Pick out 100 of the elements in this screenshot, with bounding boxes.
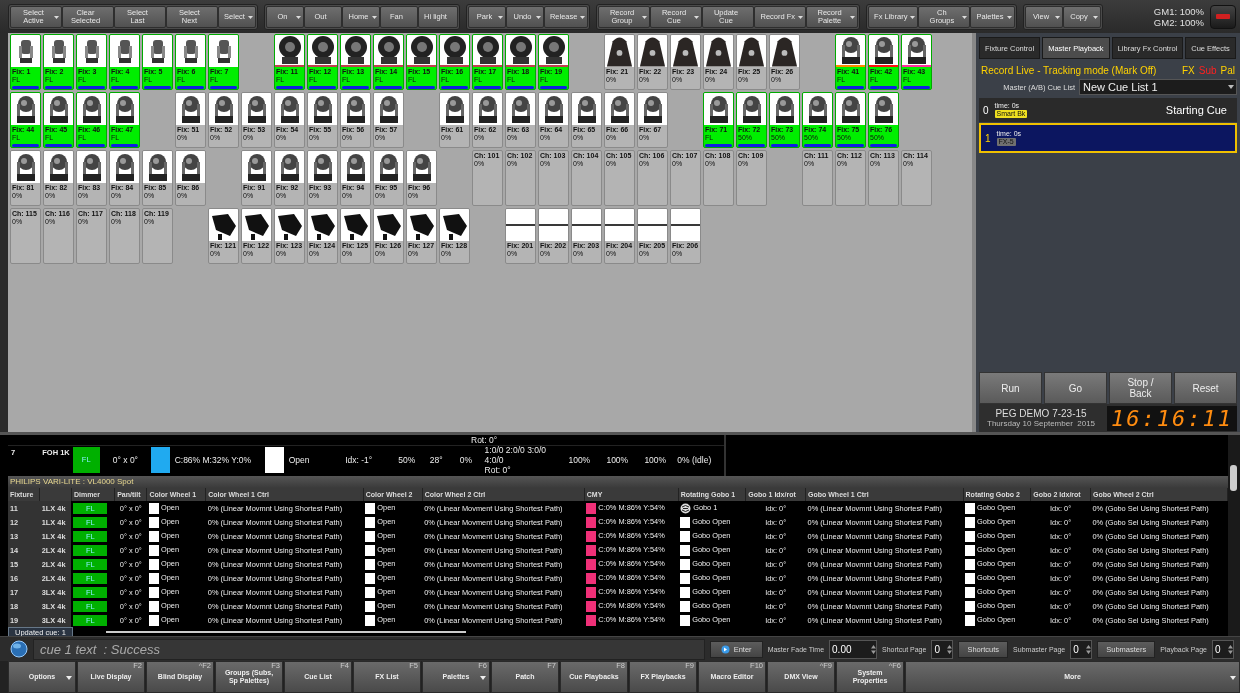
color-swatch [365,516,376,528]
selection-bar [705,144,732,147]
moving-head-icon [49,38,68,64]
gobo-swatch [965,502,976,514]
submaster-page-field[interactable]: 0 [1070,639,1093,659]
moving-head-icon [344,94,367,124]
table-cell-text: 0% (Idle) [676,455,713,465]
moving-head-icon [212,94,235,124]
globe-icon[interactable] [10,640,28,658]
moving-head-icon [14,152,37,182]
moving-head-icon [113,94,136,124]
selection-bar [507,86,534,89]
moving-head-icon [115,38,134,64]
table-cell-text: 0° x 0° [111,455,139,465]
color-swatch [148,502,159,514]
color-swatch [148,544,159,556]
moving-head-icon [16,38,35,64]
moving-head-icon [278,94,301,124]
fixture-photo-icon [605,35,634,67]
selection-bar [903,86,930,89]
command-line-field[interactable]: cue 1 text : Success [33,638,705,660]
playback-button[interactable]: Stop / Back [1109,372,1172,404]
fixture-photo-icon [638,35,667,67]
moving-head-icon [839,35,862,65]
selection-bar [540,86,567,89]
blackout-button[interactable] [1210,4,1236,29]
playback-button[interactable]: Run [979,372,1042,404]
moving-head-icon [641,94,664,124]
moving-head-icon [575,94,598,124]
moving-head-icon [311,94,334,124]
moving-head-icon [476,94,499,124]
table-cell-text: 28° [428,455,444,465]
selection-bar [342,86,369,89]
spinner-arrows-icon[interactable] [1086,644,1092,654]
selection-bar [78,86,105,89]
moving-head-icon [245,152,268,182]
moving-head-icon [245,94,268,124]
mode-indicator-label: FX [1181,65,1195,76]
cue-number: 0 [983,104,989,116]
moving-head-icon [872,94,895,124]
playback-button[interactable]: Reset [1174,372,1237,404]
color-swatch [365,586,376,598]
playback-page-field[interactable]: 0 [1212,639,1234,659]
moving-head-icon [806,94,829,124]
moving-head-icon [542,94,565,124]
moving-head-icon [14,94,37,124]
gobo-swatch [965,614,976,626]
grand-master-reading: GM2: 100% [1153,16,1204,28]
horizontal-scrollbar[interactable] [106,631,466,633]
selection-bar [441,86,468,89]
cue-list-dropdown[interactable]: New Cue List 1 [1079,79,1237,95]
gobo-swatch [965,544,976,556]
spinner-arrows-icon[interactable] [1228,644,1233,654]
selection-bar [12,86,39,89]
selection-bar [78,144,105,147]
color-swatch [148,558,159,570]
color-swatch [365,558,376,570]
moving-head-icon [179,94,202,124]
table-cell-text: Rot: 0° [484,465,512,475]
fixture-photo-icon [737,35,766,67]
selection-bar [177,86,204,89]
selection-bar [870,144,897,147]
led-batten-icon [572,222,601,228]
moving-head-icon [113,152,136,182]
selection-bar [144,86,171,89]
mode-indicator-label: Sub [1198,65,1217,76]
moving-head-icon [839,94,862,124]
moving-head-icon [377,152,400,182]
gobo-swatch [965,600,976,612]
grand-master-reading: GM1: 100% [1153,5,1204,17]
table-cell-text: Open [287,455,311,465]
selection-bar [771,144,798,147]
fixture-group-header: PHILIPS VARI-LITE : VL4000 Spot [8,476,1228,488]
spinner-arrows-icon[interactable] [871,644,877,654]
selection-bar [12,144,39,147]
selection-bar [837,86,864,89]
playback-button[interactable]: Go [1044,372,1107,404]
moving-head-icon [47,94,70,124]
moving-head-icon [740,94,763,124]
fixture-photo-icon [770,35,799,67]
moving-head-icon [872,35,895,65]
moving-head-icon [181,38,200,64]
fade-time-field[interactable]: 0.00 [829,639,878,659]
color-swatch [148,586,159,598]
gobo-swatch [965,516,976,528]
color-swatch [365,614,376,626]
led-batten-icon [605,222,634,228]
enter-icon [720,644,730,654]
moving-head-icon [82,38,101,64]
shortcut-page-field[interactable]: 0 [931,639,954,659]
table-cell-text: 0% [458,455,473,465]
vertical-scrollbar[interactable] [1228,435,1240,636]
color-swatch [148,572,159,584]
moving-head-icon [443,94,466,124]
moving-head-icon [278,152,301,182]
color-swatch [148,516,159,528]
spinner-arrows-icon[interactable] [947,644,953,654]
moving-head-icon [707,94,730,124]
moving-head-icon [773,94,796,124]
moving-head-icon [311,152,334,182]
